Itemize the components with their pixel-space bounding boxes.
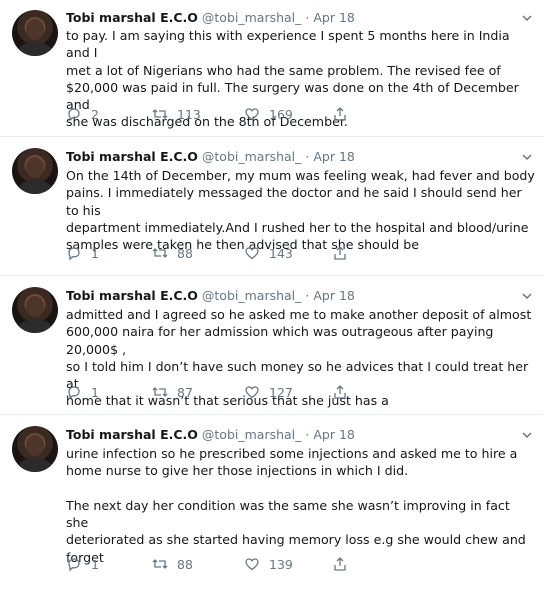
tweet[interactable]: Tobi marshal E.C.O @tobi_marshal_ · Apr … bbox=[0, 276, 543, 415]
retweet-icon bbox=[152, 387, 168, 397]
tweet-text: urine infection so he prescribed some in… bbox=[66, 446, 526, 565]
tweet-header: Tobi marshal E.C.O @tobi_marshal_ · Apr … bbox=[66, 149, 355, 165]
retweet-button[interactable]: 88 bbox=[152, 554, 193, 574]
share-icon bbox=[334, 557, 346, 571]
retweet-icon bbox=[152, 248, 168, 258]
tweet-header: Tobi marshal E.C.O @tobi_marshal_ · Apr … bbox=[66, 288, 355, 304]
tweet-actions: 1 88 143 bbox=[66, 243, 536, 263]
share-button[interactable] bbox=[332, 243, 348, 263]
reply-count: 2 bbox=[91, 106, 99, 122]
heart-icon bbox=[245, 558, 259, 571]
retweet-button[interactable]: 88 bbox=[152, 243, 193, 263]
avatar[interactable] bbox=[12, 287, 58, 333]
user-handle[interactable]: @tobi_marshal_ bbox=[202, 149, 302, 164]
tweet-date[interactable]: Apr 18 bbox=[313, 427, 355, 442]
reply-count: 1 bbox=[91, 245, 99, 261]
like-button[interactable]: 139 bbox=[244, 554, 293, 574]
like-count: 127 bbox=[269, 384, 293, 400]
reply-count: 1 bbox=[91, 556, 99, 572]
share-button[interactable] bbox=[332, 382, 348, 402]
retweet-count: 87 bbox=[177, 384, 193, 400]
reply-button[interactable]: 1 bbox=[66, 382, 99, 402]
display-name[interactable]: Tobi marshal E.C.O bbox=[66, 427, 198, 442]
separator-dot: · bbox=[305, 10, 310, 25]
share-icon bbox=[334, 246, 346, 260]
retweet-count: 88 bbox=[177, 556, 193, 572]
tweet[interactable]: Tobi marshal E.C.O @tobi_marshal_ · Apr … bbox=[0, 415, 543, 591]
reply-icon bbox=[68, 386, 80, 400]
separator-dot: · bbox=[305, 427, 310, 442]
display-name[interactable]: Tobi marshal E.C.O bbox=[66, 288, 198, 303]
share-button[interactable] bbox=[332, 104, 348, 124]
heart-icon bbox=[245, 108, 259, 121]
chevron-down-icon[interactable] bbox=[521, 12, 533, 24]
tweet-header: Tobi marshal E.C.O @tobi_marshal_ · Apr … bbox=[66, 10, 355, 26]
like-count: 143 bbox=[269, 245, 293, 261]
retweet-icon bbox=[152, 109, 168, 119]
tweet-actions: 2 113 169 bbox=[66, 104, 536, 124]
like-button[interactable]: 169 bbox=[244, 104, 293, 124]
like-count: 139 bbox=[269, 556, 293, 572]
share-icon bbox=[334, 385, 346, 399]
share-icon bbox=[334, 107, 346, 121]
user-handle[interactable]: @tobi_marshal_ bbox=[202, 288, 302, 303]
tweet-date[interactable]: Apr 18 bbox=[313, 10, 355, 25]
retweet-count: 113 bbox=[177, 106, 201, 122]
retweet-button[interactable]: 87 bbox=[152, 382, 193, 402]
retweet-icon bbox=[152, 559, 168, 569]
avatar[interactable] bbox=[12, 10, 58, 56]
avatar[interactable] bbox=[12, 426, 58, 472]
like-button[interactable]: 143 bbox=[244, 243, 293, 263]
reply-button[interactable]: 1 bbox=[66, 554, 99, 574]
retweet-count: 88 bbox=[177, 245, 193, 261]
reply-count: 1 bbox=[91, 384, 99, 400]
reply-button[interactable]: 1 bbox=[66, 243, 99, 263]
tweet-date[interactable]: Apr 18 bbox=[313, 288, 355, 303]
like-button[interactable]: 127 bbox=[244, 382, 293, 402]
heart-icon bbox=[245, 386, 259, 399]
like-count: 169 bbox=[269, 106, 293, 122]
heart-icon bbox=[245, 247, 259, 260]
tweet-date[interactable]: Apr 18 bbox=[313, 149, 355, 164]
avatar[interactable] bbox=[12, 148, 58, 194]
chevron-down-icon[interactable] bbox=[521, 151, 533, 163]
user-handle[interactable]: @tobi_marshal_ bbox=[202, 10, 302, 25]
tweet-actions: 1 87 127 bbox=[66, 382, 536, 402]
tweet-header: Tobi marshal E.C.O @tobi_marshal_ · Apr … bbox=[66, 427, 355, 443]
tweet-actions: 1 88 139 bbox=[66, 554, 536, 574]
retweet-button[interactable]: 113 bbox=[152, 104, 201, 124]
display-name[interactable]: Tobi marshal E.C.O bbox=[66, 149, 198, 164]
reply-icon bbox=[68, 247, 80, 261]
reply-button[interactable]: 2 bbox=[66, 104, 99, 124]
tweet[interactable]: Tobi marshal E.C.O @tobi_marshal_ · Apr … bbox=[0, 0, 543, 137]
user-handle[interactable]: @tobi_marshal_ bbox=[202, 427, 302, 442]
tweet-text: On the 14th of December, my mum was feel… bbox=[66, 168, 535, 253]
separator-dot: · bbox=[305, 288, 310, 303]
chevron-down-icon[interactable] bbox=[521, 290, 533, 302]
tweet[interactable]: Tobi marshal E.C.O @tobi_marshal_ · Apr … bbox=[0, 137, 543, 276]
tweet-thread: Tobi marshal E.C.O @tobi_marshal_ · Apr … bbox=[0, 0, 543, 591]
share-button[interactable] bbox=[332, 554, 348, 574]
reply-icon bbox=[68, 558, 80, 572]
separator-dot: · bbox=[305, 149, 310, 164]
reply-icon bbox=[68, 108, 80, 122]
chevron-down-icon[interactable] bbox=[521, 429, 533, 441]
display-name[interactable]: Tobi marshal E.C.O bbox=[66, 10, 198, 25]
